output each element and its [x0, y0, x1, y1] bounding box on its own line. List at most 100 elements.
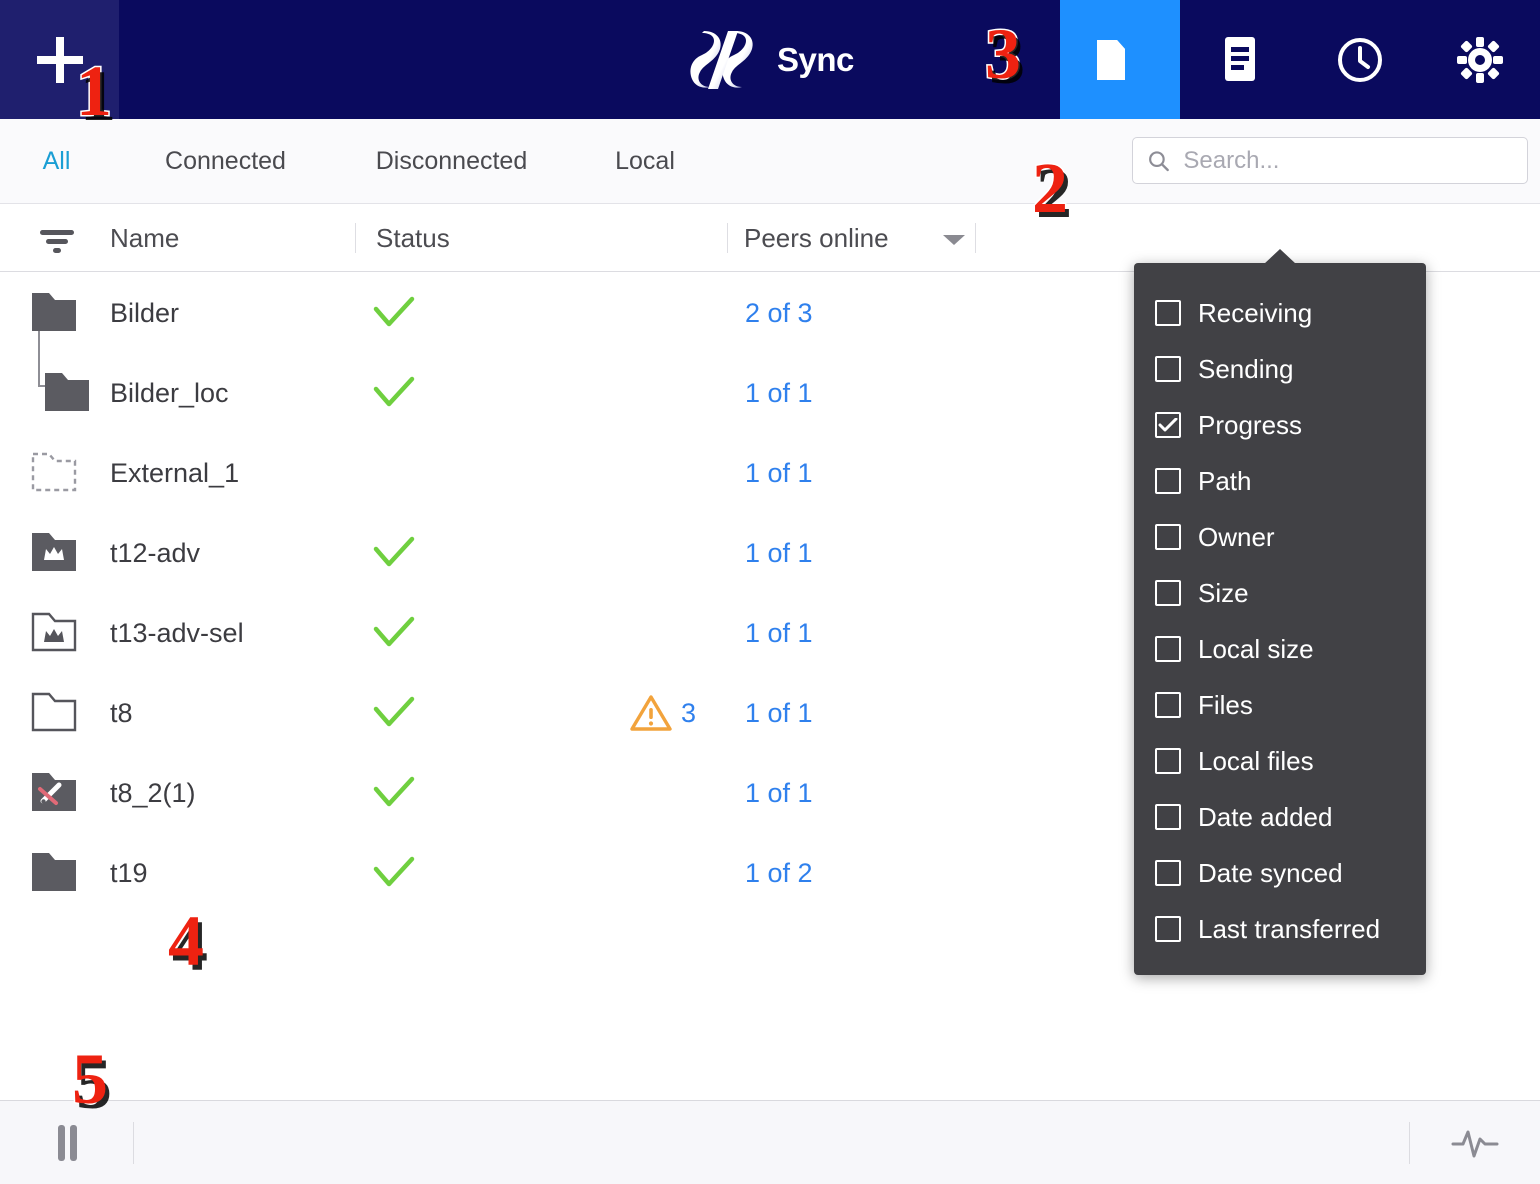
menu-item-progress[interactable]: Progress [1134, 397, 1426, 453]
menu-item-local-files[interactable]: Local files [1134, 733, 1426, 789]
menu-item-receiving[interactable]: Receiving [1134, 285, 1426, 341]
row-warning[interactable]: 3 [630, 673, 696, 753]
checkbox-unchecked-icon[interactable] [1155, 804, 1181, 830]
checkbox-unchecked-icon[interactable] [1155, 356, 1181, 382]
folder-key-error-icon [31, 769, 77, 815]
brand-name: Sync [777, 41, 854, 79]
folder-filled-icon [31, 849, 77, 895]
menu-item-local-size[interactable]: Local size [1134, 621, 1426, 677]
row-peers-online[interactable]: 1 of 1 [745, 593, 813, 673]
check-icon [372, 855, 416, 891]
activity-button[interactable] [1410, 1126, 1540, 1160]
checkbox-unchecked-icon[interactable] [1155, 748, 1181, 774]
menu-item-label: Local size [1198, 634, 1314, 665]
table-column-header: Name Status Peers online [0, 204, 1540, 272]
column-divider [727, 223, 728, 253]
pause-sync-button[interactable] [0, 1123, 133, 1163]
menu-item-sending[interactable]: Sending [1134, 341, 1426, 397]
menu-item-last-transferred[interactable]: Last transferred [1134, 901, 1426, 957]
row-peers-online[interactable]: 2 of 3 [745, 273, 813, 353]
nav-icon-group [1060, 0, 1540, 119]
row-peers-online[interactable]: 1 of 1 [745, 353, 813, 433]
document-list-icon [1218, 34, 1262, 86]
check-icon [372, 535, 416, 571]
menu-item-label: Path [1198, 466, 1252, 497]
row-status [372, 513, 432, 593]
check-icon [372, 295, 416, 331]
brand: Sync [688, 29, 854, 91]
clock-icon [1334, 34, 1386, 86]
menu-item-files[interactable]: Files [1134, 677, 1426, 733]
search-box[interactable] [1132, 137, 1528, 184]
menu-item-owner[interactable]: Owner [1134, 509, 1426, 565]
row-name: t12-adv [110, 513, 200, 593]
row-name: t8 [110, 673, 133, 753]
tab-all[interactable]: All [37, 147, 77, 176]
folder-filled-icon [44, 369, 90, 415]
gear-icon [1454, 34, 1506, 86]
activity-pulse-icon [1451, 1126, 1499, 1160]
transfers-tab[interactable] [1180, 0, 1300, 119]
menu-item-size[interactable]: Size [1134, 565, 1426, 621]
dropdown-pointer [1264, 249, 1296, 264]
search-input[interactable] [1183, 147, 1513, 175]
menu-item-label: Receiving [1198, 298, 1312, 329]
pause-icon [54, 1123, 80, 1163]
tab-local[interactable]: Local [609, 147, 681, 176]
menu-item-label: Local files [1198, 746, 1314, 777]
resilio-sync-logo-icon [688, 29, 764, 91]
checkbox-unchecked-icon[interactable] [1155, 300, 1181, 326]
row-status [372, 673, 432, 753]
status-bar [0, 1100, 1540, 1184]
checkbox-unchecked-icon[interactable] [1155, 524, 1181, 550]
row-peers-online[interactable]: 1 of 2 [745, 833, 813, 913]
row-name: Bilder_loc [110, 353, 229, 433]
folder-crown-outline-icon [31, 609, 77, 655]
history-tab[interactable] [1300, 0, 1420, 119]
folders-tab[interactable] [1060, 0, 1180, 119]
title-bar: Sync [0, 0, 1540, 119]
check-icon [372, 615, 416, 651]
check-icon [372, 375, 416, 411]
search-icon [1147, 148, 1170, 174]
column-header-peers-online[interactable]: Peers online [744, 204, 889, 272]
column-chooser-menu: Receiving Sending Progress Path Owner Si… [1134, 263, 1426, 975]
column-header-status[interactable]: Status [376, 204, 450, 272]
row-peers-online[interactable]: 1 of 1 [745, 433, 813, 513]
folder-filled-icon [31, 289, 77, 335]
row-peers-online[interactable]: 1 of 1 [745, 753, 813, 833]
row-status [372, 353, 432, 433]
checkbox-unchecked-icon[interactable] [1155, 692, 1181, 718]
row-name: t19 [110, 833, 148, 913]
menu-item-label: Sending [1198, 354, 1293, 385]
menu-item-date-added[interactable]: Date added [1134, 789, 1426, 845]
filter-icon[interactable] [38, 228, 76, 254]
row-status [372, 273, 432, 353]
chevron-down-icon[interactable] [941, 232, 967, 248]
checkbox-unchecked-icon[interactable] [1155, 916, 1181, 942]
folder-crown-filled-icon [31, 529, 77, 575]
checkbox-checked-icon[interactable] [1155, 412, 1181, 438]
row-peers-online[interactable]: 1 of 1 [745, 513, 813, 593]
menu-item-label: Progress [1198, 410, 1302, 441]
menu-item-label: Files [1198, 690, 1253, 721]
row-peers-online[interactable]: 1 of 1 [745, 673, 813, 753]
settings-tab[interactable] [1420, 0, 1540, 119]
column-header-name[interactable]: Name [110, 204, 179, 272]
menu-item-path[interactable]: Path [1134, 453, 1426, 509]
folder-icon [1093, 38, 1147, 82]
tab-connected[interactable]: Connected [159, 147, 292, 176]
checkbox-unchecked-icon[interactable] [1155, 860, 1181, 886]
menu-item-date-synced[interactable]: Date synced [1134, 845, 1426, 901]
tab-disconnected[interactable]: Disconnected [370, 147, 533, 176]
add-folder-button[interactable] [0, 0, 119, 119]
column-divider [355, 223, 356, 253]
checkbox-unchecked-icon[interactable] [1155, 580, 1181, 606]
checkbox-unchecked-icon[interactable] [1155, 636, 1181, 662]
row-status [372, 753, 432, 833]
row-status [372, 593, 432, 673]
checkbox-unchecked-icon[interactable] [1155, 468, 1181, 494]
folder-dashed-icon [31, 449, 77, 495]
menu-item-label: Owner [1198, 522, 1275, 553]
row-name: External_1 [110, 433, 239, 513]
